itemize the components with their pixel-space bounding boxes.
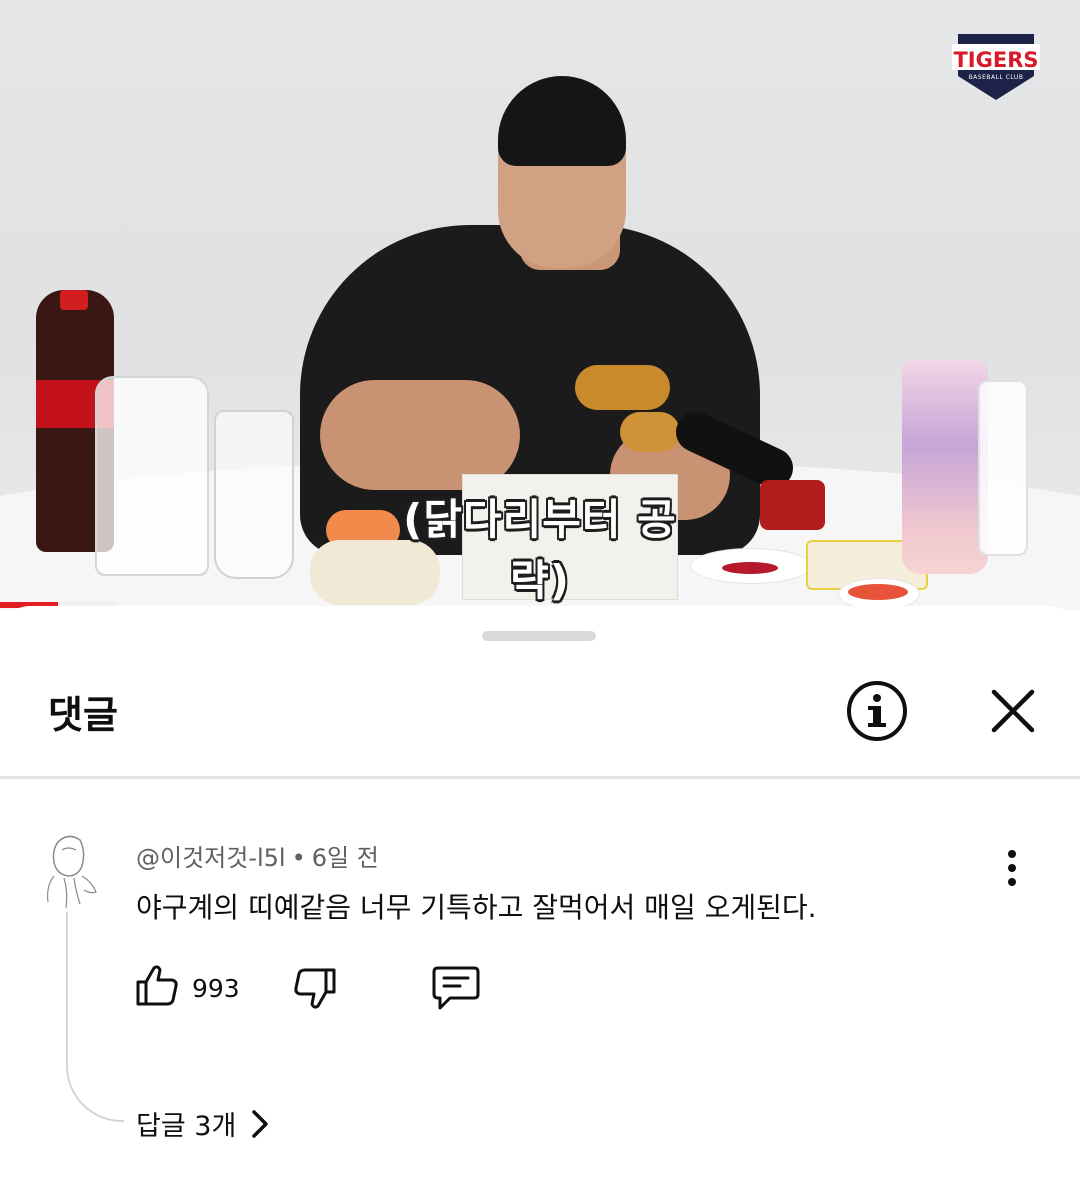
close-button[interactable] xyxy=(986,684,1040,738)
thread-line xyxy=(66,912,124,1122)
comment-author[interactable]: @이것저것-l5l xyxy=(136,844,286,872)
meta-separator: • xyxy=(291,844,306,872)
thumbs-up-icon xyxy=(136,965,178,1006)
like-button[interactable] xyxy=(134,962,180,1008)
replies-label: 답글 3개 xyxy=(136,1111,237,1142)
sheet-title: 댓글 xyxy=(48,693,118,737)
chevron-right-icon xyxy=(252,1109,269,1138)
video-caption: (닭다리부터 공략) xyxy=(403,495,677,605)
avatar-sketch-icon xyxy=(47,835,97,909)
tumbler xyxy=(902,360,988,574)
comment-meta: @이것저것-l5l • 6일 전 xyxy=(136,838,379,873)
drinking-glass xyxy=(214,410,294,579)
comment-time: 6일 전 xyxy=(311,844,379,872)
more-vert-icon xyxy=(1008,850,1016,886)
chicken-drumstick-2 xyxy=(620,412,680,452)
close-icon xyxy=(991,689,1035,733)
info-icon xyxy=(847,681,907,741)
avatar[interactable] xyxy=(40,832,100,910)
microphone-mount xyxy=(760,480,825,530)
view-replies-link[interactable]: 답글 3개 xyxy=(136,1104,270,1143)
drag-handle[interactable] xyxy=(482,631,596,641)
reply-button[interactable] xyxy=(430,964,482,1012)
info-button[interactable] xyxy=(846,680,908,742)
video-player[interactable]: (닭다리부터 공략) TIGERS BASEBALL CLUB xyxy=(0,0,1080,610)
chicken-drumstick xyxy=(575,365,670,410)
reply-icon xyxy=(432,966,480,1010)
sauce xyxy=(722,562,778,574)
more-options-button[interactable] xyxy=(996,848,1028,888)
person-hair xyxy=(498,76,626,166)
sauce-2 xyxy=(848,584,908,600)
team-logo: TIGERS BASEBALL CLUB xyxy=(948,30,1044,104)
sheet-divider xyxy=(0,776,1080,779)
cola-cap xyxy=(60,290,88,310)
water-bottle xyxy=(978,380,1028,556)
thumbs-down-icon xyxy=(294,968,336,1009)
dislike-button[interactable] xyxy=(292,966,338,1012)
comments-sheet: 댓글 @이것저것-l5l • 6일 전 야구계의 띠예같음 너무 기특하고 잘먹어서… xyxy=(0,606,1080,1177)
like-count: 993 xyxy=(192,974,240,1003)
ice-pitcher xyxy=(95,376,209,576)
logo-subtext: BASEBALL CLUB xyxy=(968,74,1024,81)
logo-text: TIGERS xyxy=(953,48,1039,72)
comment-text: 야구계의 띠예같음 너무 기특하고 잘먹어서 매일 오게된다. xyxy=(136,891,817,924)
